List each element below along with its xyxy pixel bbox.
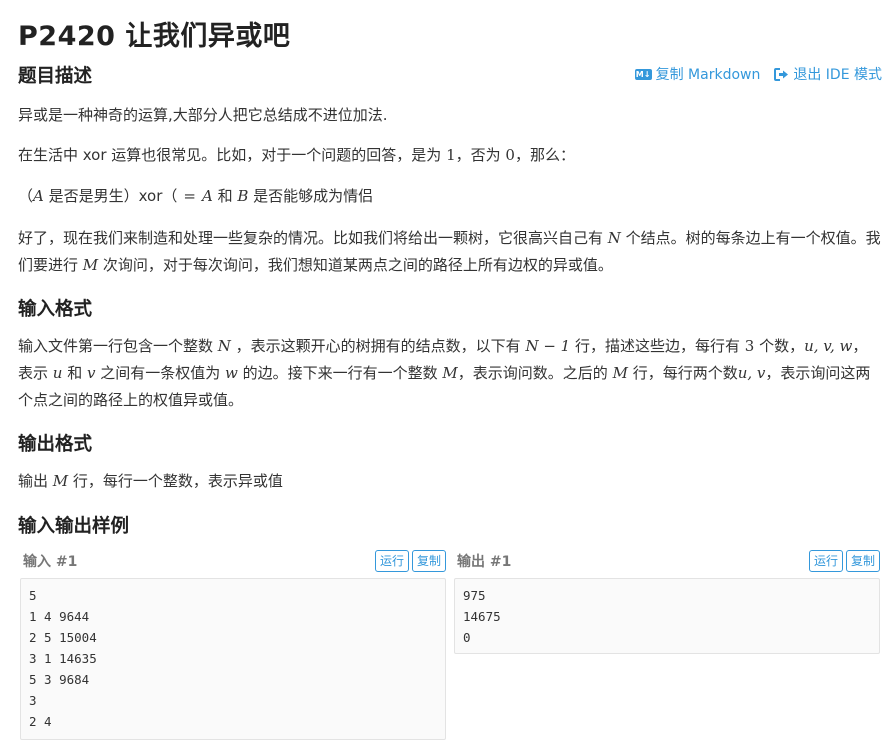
markdown-icon: M↓ xyxy=(634,68,652,80)
section-output-format-heading: 输出格式 xyxy=(18,434,93,455)
output-format-paragraph: 输出 M 行，每行一个整数，表示异或值 xyxy=(18,468,882,495)
code-line: 5 3 9684 xyxy=(29,672,90,687)
text-segment: （ xyxy=(18,187,34,205)
text-segment: 的边。接下来一行有一个整数 xyxy=(237,364,443,382)
copy-markdown-button[interactable]: M↓ 复制 Markdown xyxy=(634,64,761,84)
text-segment: 好了，现在我们来制造和处理一些复杂的情况。比如我们将给出一颗树，它很高兴自己有 xyxy=(18,229,608,247)
math-N: N xyxy=(607,229,621,247)
sample-input-panel: 输入 #1 运行 复制 51 4 9644 2 5 15004 3 1 14635 5… xyxy=(20,548,446,740)
code-line: 0 xyxy=(463,630,471,645)
description-paragraph-3: （A 是否是男生）xor（ = A 和 B 是否能够成为情侣 xyxy=(18,183,882,210)
section-input-format-heading: 输入格式 xyxy=(18,299,93,320)
text-segment: 之间有一条权值为 xyxy=(95,364,226,382)
code-line: 975 xyxy=(463,588,486,603)
run-input-button[interactable]: 运行 xyxy=(374,550,409,572)
text-segment: ，那么： xyxy=(514,146,575,164)
code-line: 3 xyxy=(29,693,37,708)
text-segment: ，否为 xyxy=(455,146,506,164)
copy-input-button[interactable]: 复制 xyxy=(411,550,446,572)
section-samples-heading: 输入输出样例 xyxy=(18,516,130,537)
text-segment: 和 xyxy=(62,364,87,382)
math-M: M xyxy=(82,256,99,274)
math-A: A xyxy=(33,187,44,205)
sample-input-code[interactable]: 5 1 4 9644 2 5 15004 3 1 14635 5 3 9684 3 2 4 xyxy=(20,578,446,740)
math-w: w xyxy=(225,364,238,382)
toolbar: M↓ 复制 Markdown 退出 IDE 模式 xyxy=(634,64,882,84)
math-equals: = xyxy=(183,187,196,205)
copy-markdown-label: 复制 Markdown xyxy=(655,67,761,83)
run-output-button[interactable]: 运行 xyxy=(808,550,843,572)
text-segment: ，表示询问数。之后的 xyxy=(457,364,613,382)
copy-output-button[interactable]: 复制 xyxy=(845,550,880,572)
math-uvw: u, v, w xyxy=(804,337,853,355)
sample-output-label: 输出 #1 xyxy=(457,554,512,570)
problem-title: P2420 让我们异或吧 xyxy=(18,21,291,52)
text-segment: 行，描述这些边，每行有 xyxy=(570,337,745,355)
text-segment: 和 xyxy=(212,187,238,205)
exit-ide-button[interactable]: 退出 IDE 模式 xyxy=(774,64,882,84)
math-three: 3 xyxy=(744,337,755,355)
description-paragraph-1: 异或是一种神奇的运算,大部分人把它总结成不进位加法. xyxy=(18,106,388,124)
sample-output-code[interactable]: 975 14675 0 xyxy=(454,578,880,654)
code-line: 3 1 14635 xyxy=(29,651,97,666)
text-segment: 在生活中 xor 运算也很常见。比如，对于一个问题的回答，是为 xyxy=(18,146,447,164)
math-uv: u, v xyxy=(737,364,766,382)
code-line: 5 xyxy=(29,588,37,603)
text-segment: 次询问，对于每次询问，我们想知道某两点之间的路径上所有边权的异或值。 xyxy=(98,256,613,274)
text-segment: 是否能够成为情侣 xyxy=(248,187,374,205)
text-segment: 输出 xyxy=(18,472,53,490)
description-paragraph-4: 好了，现在我们来制造和处理一些复杂的情况。比如我们将给出一颗树，它很高兴自己有 … xyxy=(18,225,882,279)
math-N-minus-1: N − 1 xyxy=(525,337,571,355)
sample-input-label: 输入 #1 xyxy=(23,554,78,570)
math-u: u xyxy=(52,364,63,382)
code-line: 14675 xyxy=(463,609,501,624)
description-paragraph-2: 在生活中 xor 运算也很常见。比如，对于一个问题的回答，是为 1，否为 0，那… xyxy=(18,142,882,169)
text-segment: 个数， xyxy=(754,337,805,355)
input-format-paragraph: 输入文件第一行包含一个整数 N ，表示这颗开心的树拥有的结点数，以下有 N − … xyxy=(18,333,882,414)
text-segment: ，表示这颗开心的树拥有的结点数，以下有 xyxy=(230,337,526,355)
sample-output-panel: 输出 #1 运行 复制 975 14675 0 xyxy=(454,548,880,654)
math-M: M xyxy=(52,472,69,490)
sign-out-icon xyxy=(774,67,789,81)
code-line: 2 4 xyxy=(29,714,52,729)
section-description-heading: 题目描述 xyxy=(18,66,93,87)
text-segment: 行，每行一个整数，表示异或值 xyxy=(68,472,283,490)
text-segment: 是否是男生）xor（ xyxy=(43,187,178,205)
math-one: 1 xyxy=(446,146,456,164)
code-line: 2 5 15004 xyxy=(29,630,97,645)
text-segment: 输入文件第一行包含一个整数 xyxy=(18,337,218,355)
math-M: M xyxy=(612,364,628,382)
text-segment: 行，每行两个数 xyxy=(627,364,738,382)
code-line: 1 4 9644 xyxy=(29,609,90,624)
math-N: N xyxy=(217,337,231,355)
math-M: M xyxy=(442,364,458,382)
math-B: B xyxy=(237,187,249,205)
math-A: A xyxy=(201,187,213,205)
math-zero: 0 xyxy=(505,146,515,164)
exit-ide-label: 退出 IDE 模式 xyxy=(793,67,882,83)
